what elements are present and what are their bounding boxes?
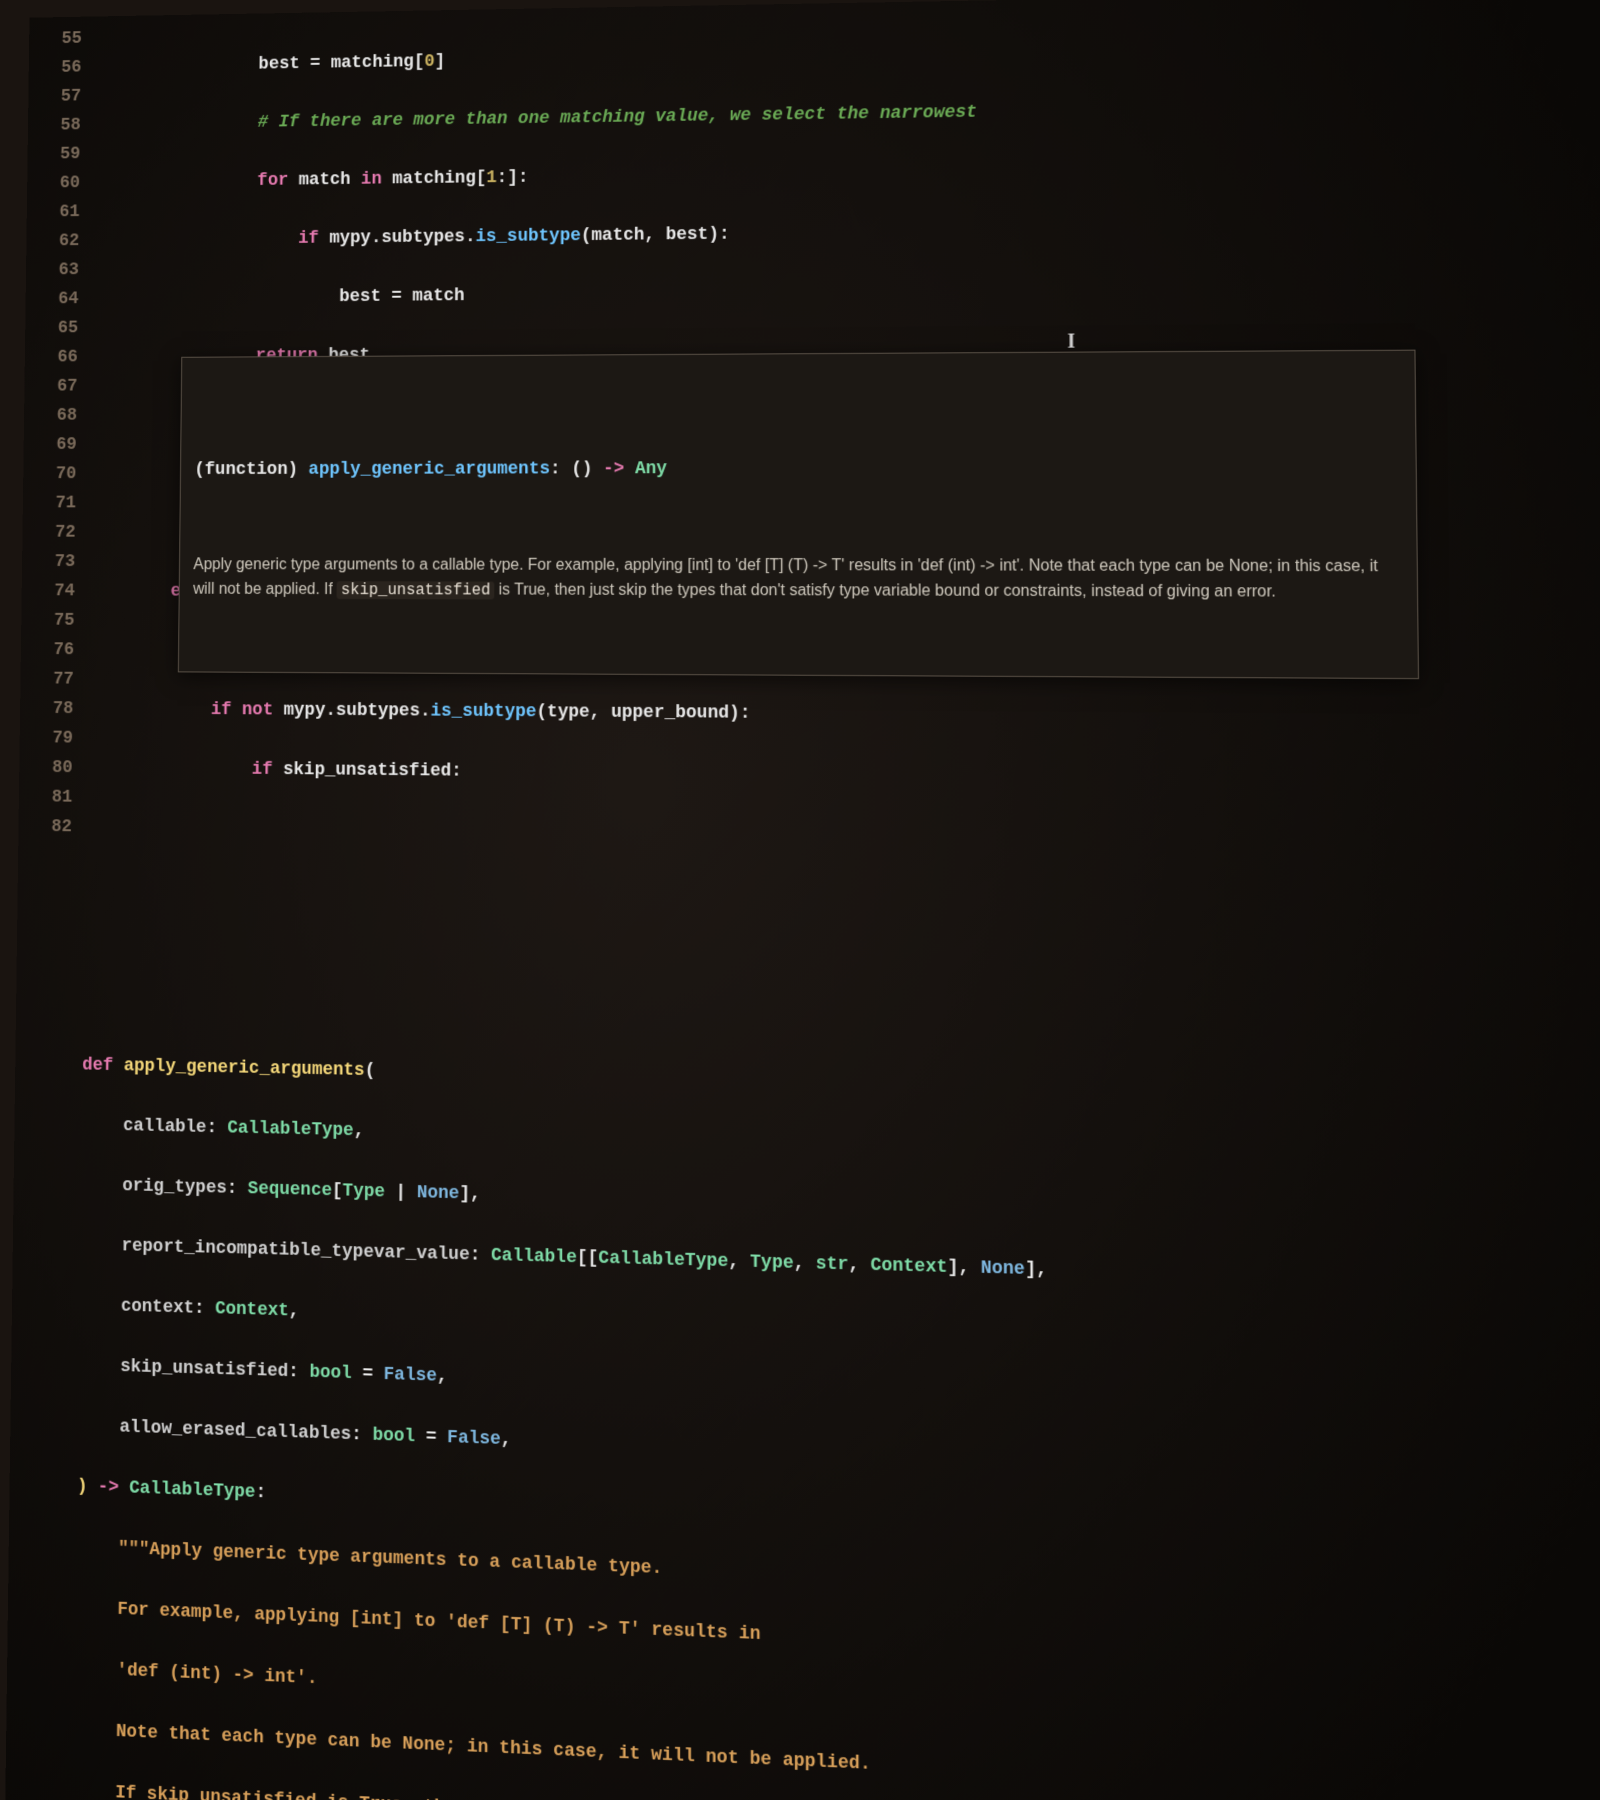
line-number: 55 <box>29 24 82 54</box>
line-number: 78 <box>20 694 74 724</box>
line-number: 81 <box>19 782 73 812</box>
code-area[interactable]: best = matching[0] # If there are more t… <box>71 0 1600 1800</box>
line-number: 57 <box>28 82 81 112</box>
code-line[interactable]: report_incompatible_typevar_value: Calla… <box>80 1230 1600 1301</box>
tooltip-doc: Apply generic type arguments to a callab… <box>193 553 1403 605</box>
line-number: 72 <box>22 518 75 547</box>
line-number: 70 <box>23 460 76 489</box>
code-line[interactable] <box>85 813 1600 860</box>
line-number: 61 <box>27 198 80 228</box>
code-line[interactable] <box>84 872 1600 923</box>
code-line[interactable]: callable: CallableType, <box>81 1110 1600 1174</box>
code-line[interactable]: if mypy.subtypes.is_subtype(match, best)… <box>92 210 1600 255</box>
line-number: 59 <box>27 140 80 170</box>
code-line[interactable]: if not mypy.subtypes.is_subtype(type, up… <box>86 694 1600 735</box>
code-line[interactable]: orig_types: Sequence[Type | None], <box>81 1170 1600 1238</box>
line-number: 60 <box>27 169 80 199</box>
code-line[interactable]: def apply_generic_arguments( <box>82 1050 1600 1111</box>
tooltip-signature: (function) apply_generic_arguments: () -… <box>194 453 1401 485</box>
text-cursor-icon: I <box>1067 326 1075 356</box>
line-number: 64 <box>25 285 78 314</box>
line-number: 58 <box>28 111 81 141</box>
line-number: 69 <box>23 430 76 459</box>
line-number: 79 <box>20 723 74 753</box>
code-line[interactable]: # If there are more than one matching va… <box>94 88 1600 139</box>
line-number: 62 <box>26 227 79 257</box>
line-number: 74 <box>22 577 75 606</box>
code-line[interactable] <box>83 991 1600 1049</box>
hover-tooltip: I (function) apply_generic_arguments: ()… <box>178 350 1419 679</box>
code-editor[interactable]: 55 56 57 58 59 60 61 62 63 64 65 66 67 6… <box>3 0 1600 1800</box>
line-number: 73 <box>22 547 75 576</box>
line-number: 67 <box>24 372 77 401</box>
line-number: 82 <box>18 812 72 842</box>
code-line[interactable]: best = match <box>92 272 1600 314</box>
line-number: 56 <box>29 53 82 83</box>
line-number: 63 <box>26 256 79 285</box>
code-line[interactable]: best = matching[0] <box>94 28 1600 82</box>
line-number: 68 <box>24 401 77 430</box>
code-line[interactable]: skip_unsatisfied: bool = False, <box>78 1351 1600 1429</box>
code-line[interactable]: context: Context, <box>79 1290 1600 1365</box>
line-number: 65 <box>25 314 78 343</box>
line-number: 71 <box>23 489 76 518</box>
line-number: 66 <box>25 343 78 372</box>
code-line[interactable]: for match in matching[1:]: <box>93 149 1600 197</box>
line-number: 80 <box>19 753 73 783</box>
line-number: 76 <box>21 635 75 665</box>
line-number: 77 <box>20 665 74 695</box>
code-line[interactable] <box>84 931 1600 985</box>
line-number: 75 <box>21 606 75 636</box>
code-line[interactable]: if skip_unsatisfied: <box>86 753 1600 797</box>
